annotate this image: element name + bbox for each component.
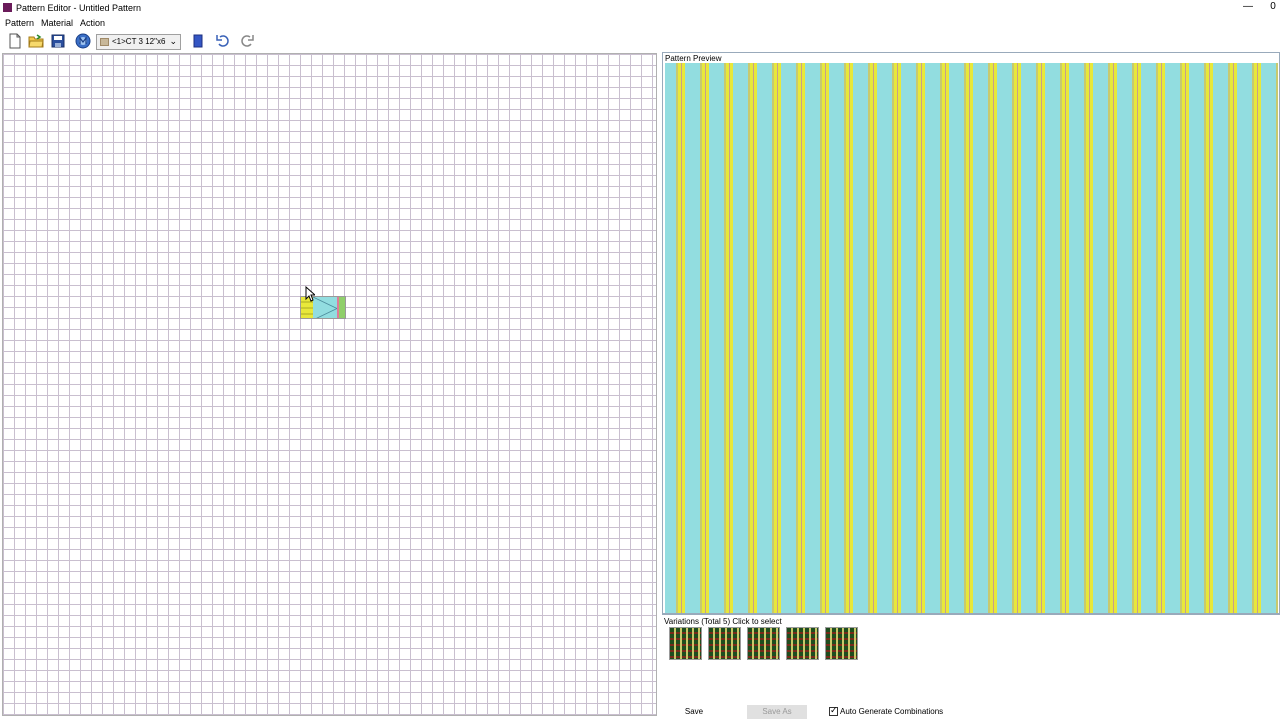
mouse-pointer-icon [305, 285, 317, 304]
color-swatch-icon[interactable] [190, 33, 206, 49]
auto-generate-label: Auto Generate Combinations [840, 707, 944, 716]
check-mark-icon: ✓ [830, 705, 838, 715]
toolbar [0, 30, 1280, 52]
undo-icon[interactable] [215, 33, 231, 49]
chevron-down-icon: ⌄ [169, 36, 177, 46]
open-folder-icon[interactable] [28, 33, 44, 49]
menu-action[interactable]: Action [80, 18, 105, 28]
minimize-button[interactable]: — [1238, 1, 1258, 15]
menu-pattern[interactable]: Pattern [5, 18, 34, 28]
app-icon [3, 3, 12, 12]
bottom-action-bar: Save Save As ✓ Auto Generate Combination… [662, 704, 1280, 720]
variations-label: Variations (Total 5) Click to select [664, 617, 782, 626]
window-title: Pattern Editor - Untitled Pattern [16, 3, 142, 13]
variation-thumbnail-1[interactable] [669, 627, 702, 660]
material-swatch-icon [100, 38, 109, 46]
save-as-button[interactable]: Save As [747, 705, 807, 719]
auto-generate-checkbox[interactable]: ✓ [829, 705, 838, 716]
variations-panel: Variations (Total 5) Click to select [662, 614, 1280, 704]
variation-thumbnail-5[interactable] [825, 627, 858, 660]
material-globe-icon[interactable] [75, 33, 91, 49]
material-combo-value: <1>CT 3 12"x6 [112, 37, 166, 46]
menu-material[interactable]: Material [41, 18, 73, 28]
pattern-preview-canvas [665, 63, 1278, 613]
variation-thumbnail-2[interactable] [708, 627, 741, 660]
pattern-editor-grid[interactable] [2, 53, 657, 716]
pattern-preview-label: Pattern Preview [665, 54, 722, 63]
variation-thumbnail-3[interactable] [747, 627, 780, 660]
redo-icon[interactable] [239, 33, 255, 49]
window-extra-button[interactable]: 0 [1266, 1, 1280, 15]
menu-bar: Pattern Material Action [0, 16, 1280, 30]
pattern-preview-panel: Pattern Preview [662, 52, 1280, 614]
title-bar: Pattern Editor - Untitled Pattern — 0 [0, 0, 1280, 16]
save-disk-icon[interactable] [50, 33, 66, 49]
new-file-icon[interactable] [7, 33, 23, 49]
material-combo[interactable]: <1>CT 3 12"x6 ⌄ [96, 34, 181, 50]
variation-thumbnail-4[interactable] [786, 627, 819, 660]
save-button[interactable]: Save [668, 705, 720, 719]
